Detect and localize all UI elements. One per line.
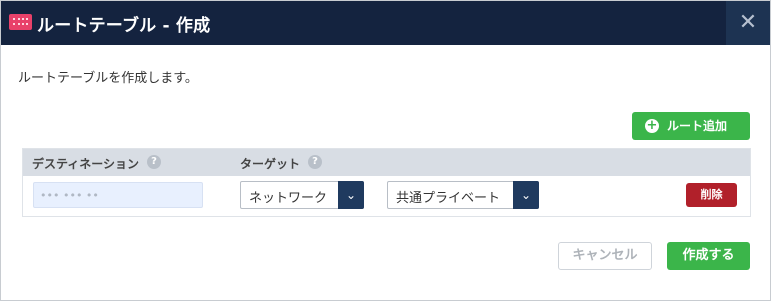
target-type-value: ネットワーク (249, 191, 328, 206)
target-type-select[interactable]: ネットワーク ⌄ (240, 181, 364, 209)
target-value-select[interactable]: 共通プライベート ⌄ (387, 181, 539, 209)
dialog-description: ルートテーブルを作成します。 (18, 71, 198, 86)
column-header-target: ターゲット (240, 157, 301, 171)
chevron-down-icon: ⌄ (513, 181, 539, 209)
delete-route-button[interactable]: 削除 (686, 183, 737, 207)
add-route-button[interactable]: + ルート追加 (632, 112, 750, 140)
question-icon[interactable]: ? (308, 155, 322, 169)
chevron-down-icon: ⌄ (338, 181, 364, 209)
cancel-button[interactable]: キャンセル (558, 242, 652, 270)
dialog-title: ルートテーブル - 作成 (37, 16, 211, 36)
dialog-header: ルートテーブル - 作成 ✕ (1, 1, 770, 45)
target-value: 共通プライベート (396, 191, 501, 206)
destination-input[interactable] (33, 182, 203, 208)
close-icon[interactable]: ✕ (726, 1, 770, 45)
route-table-icon (9, 14, 32, 30)
add-route-label: ルート追加 (667, 119, 728, 133)
create-route-table-dialog: ルートテーブル - 作成 ✕ ルートテーブルを作成します。 + ルート追加 デス… (0, 0, 771, 301)
routes-table: デスティネーション ? ターゲット ? ネットワーク ⌄ 共通プライベート ⌄ … (22, 148, 751, 217)
column-header-destination: デスティネーション (32, 157, 140, 171)
question-icon[interactable]: ? (147, 155, 161, 169)
create-button[interactable]: 作成する (667, 242, 750, 270)
plus-circle-icon: + (645, 118, 659, 133)
routes-table-header: デスティネーション ? ターゲット ? (23, 149, 750, 176)
